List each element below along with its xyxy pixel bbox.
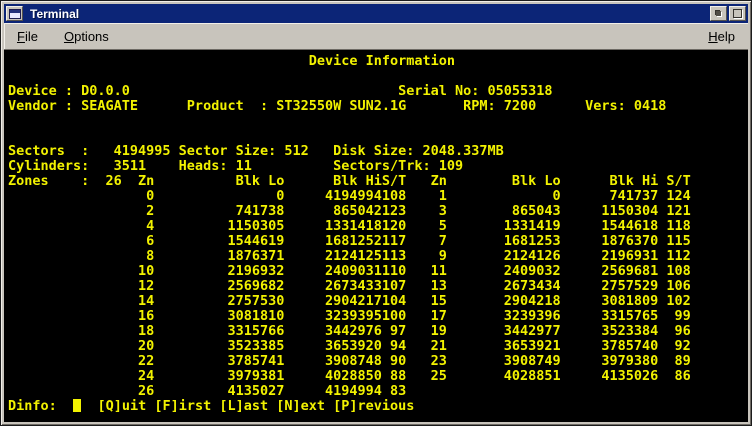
terminal-line: 26 4135027 4194994 83 (8, 384, 748, 399)
window-title: Terminal (30, 7, 707, 21)
terminal-line: 2 741738 865042123 3 865043 1150304 121 (8, 204, 748, 219)
menubar: File Options Help (4, 23, 748, 50)
prompt-label: Dinfo: (8, 398, 57, 414)
maximize-button[interactable] (729, 6, 746, 21)
terminal-screen[interactable]: Device Information Device : D0.0.0 Seria… (4, 50, 748, 422)
titlebar[interactable]: Terminal (4, 4, 748, 23)
minimize-icon (716, 11, 721, 16)
terminal-line: Cylinders: 3511 Heads: 11 Sectors/Trk: 1… (8, 159, 748, 174)
terminal-line: Sectors : 4194995 Sector Size: 512 Disk … (8, 144, 748, 159)
terminal-line (8, 129, 748, 144)
terminal-line: 14 2757530 2904217104 15 2904218 3081809… (8, 294, 748, 309)
terminal-window: Terminal File Options Help Device Inform… (0, 0, 752, 426)
terminal-line (8, 114, 748, 129)
maximize-icon (733, 9, 742, 18)
terminal-app-icon (9, 9, 21, 19)
terminal-line: 0 0 4194994108 1 0 741737 124 (8, 189, 748, 204)
terminal-line: 12 2569682 2673433107 13 2673434 2757529… (8, 279, 748, 294)
terminal-line: 20 3523385 3653920 94 21 3653921 3785740… (8, 339, 748, 354)
menu-item-file[interactable]: File (17, 29, 38, 44)
minimize-button[interactable] (710, 6, 727, 21)
terminal-line: 24 3979381 4028850 88 25 4028851 4135026… (8, 369, 748, 384)
prompt-spacer (57, 398, 73, 414)
prompt-spacer-2 (81, 398, 97, 414)
terminal-line: Device Information (8, 54, 748, 69)
menu-item-options[interactable]: Options (64, 29, 109, 44)
terminal-line: Device : D0.0.0 Serial No: 05055318 (8, 84, 748, 99)
terminal-line: 10 2196932 2409031110 11 2409032 2569681… (8, 264, 748, 279)
prompt-line: Dinfo: [Q]uit [F]irst [L]ast [N]ext [P]r… (8, 399, 748, 414)
terminal-line: 18 3315766 3442976 97 19 3442977 3523384… (8, 324, 748, 339)
menu-item-help[interactable]: Help (708, 29, 735, 44)
terminal-line: 6 1544619 1681252117 7 1681253 1876370 1… (8, 234, 748, 249)
terminal-line: 8 1876371 2124125113 9 2124126 2196931 1… (8, 249, 748, 264)
terminal-lines: Device Information Device : D0.0.0 Seria… (8, 54, 748, 399)
terminal-line (8, 69, 748, 84)
terminal-line: Vendor : SEAGATE Product : ST32550W SUN2… (8, 99, 748, 114)
terminal-line: 16 3081810 3239395100 17 3239396 3315765… (8, 309, 748, 324)
text-cursor[interactable] (73, 399, 81, 412)
terminal-line: 4 1150305 1331418120 5 1331419 1544618 1… (8, 219, 748, 234)
window-menu-button[interactable] (6, 6, 23, 21)
prompt-hint: [Q]uit [F]irst [L]ast [N]ext [P]revious (97, 398, 414, 414)
terminal-line: 22 3785741 3908748 90 23 3908749 3979380… (8, 354, 748, 369)
terminal-line: Zones : 26 Zn Blk Lo Blk HiS/T Zn Blk Lo… (8, 174, 748, 189)
